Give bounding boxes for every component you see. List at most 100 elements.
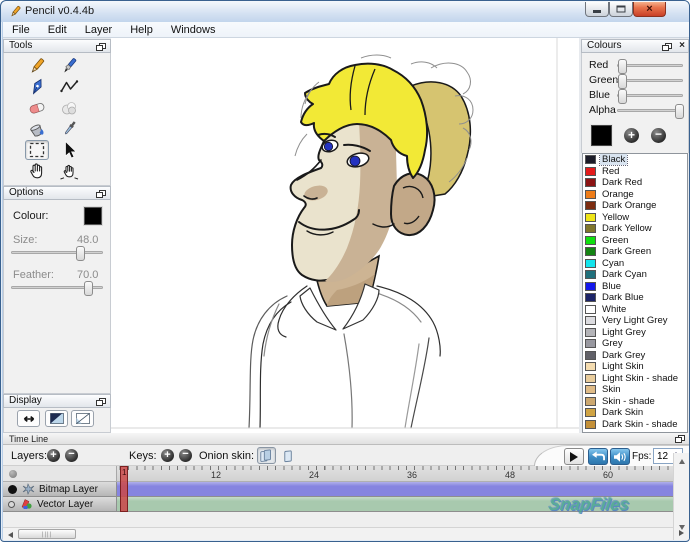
swatch-name: Red [602, 165, 620, 177]
vector-layer-header[interactable]: Vector Layer [3, 497, 117, 512]
feather-slider[interactable] [11, 281, 103, 296]
loop-button[interactable] [588, 448, 608, 465]
swatch-row[interactable]: Blue [583, 281, 687, 293]
swatch-row[interactable]: Orange [583, 189, 687, 201]
swatch-row[interactable]: Cyan [583, 258, 687, 270]
swatch-row[interactable]: Dark Green [583, 246, 687, 258]
maximize-button[interactable] [609, 2, 633, 17]
polyline-tool-button[interactable] [57, 77, 81, 97]
feather-slider-handle[interactable] [84, 281, 93, 296]
swatch-row[interactable]: Grey [583, 338, 687, 350]
minimize-button[interactable] [585, 2, 609, 17]
hscroll-thumb[interactable]: |||| [18, 529, 76, 539]
green-slider-handle[interactable] [618, 74, 627, 89]
swatch-row[interactable]: Dark Skin [583, 407, 687, 419]
colour-swatch-list: Black Red Dark Red Orange Dark Orange Yellow D… [582, 153, 688, 433]
swatch-chip [585, 316, 596, 326]
display-scrub-button[interactable] [17, 410, 40, 427]
smudge-tool-button[interactable] [57, 98, 81, 118]
feather-label: Feather: [13, 269, 54, 281]
swatch-row[interactable]: Red [583, 166, 687, 178]
drawing-canvas[interactable] [111, 38, 579, 433]
add-key-button[interactable]: + [161, 449, 174, 462]
close-button[interactable]: × [633, 2, 666, 17]
timeline-float-icon[interactable] [675, 435, 685, 443]
move-tool-button[interactable] [57, 140, 81, 160]
selected-colour-preview[interactable] [591, 125, 612, 146]
swatch-row[interactable]: Dark Cyan [583, 269, 687, 281]
swatch-row[interactable]: Black [583, 154, 687, 167]
add-layer-button[interactable]: + [47, 449, 60, 462]
green-slider[interactable] [617, 74, 683, 89]
swatch-row[interactable]: Yellow [583, 212, 687, 224]
alpha-slider[interactable] [617, 104, 684, 119]
size-slider[interactable] [11, 246, 103, 261]
swatch-row[interactable]: Skin - shade [583, 396, 687, 408]
select-tool-button[interactable] [25, 140, 49, 160]
add-colour-button[interactable]: + [624, 128, 639, 143]
display-float-icon[interactable] [96, 398, 106, 406]
smudge-icon [62, 102, 76, 115]
menu-file[interactable]: File [3, 22, 39, 38]
hscroll-left-icon[interactable] [8, 532, 13, 538]
timeline-ruler[interactable]: 12 24 36 48 60 [117, 466, 673, 482]
swatch-row[interactable]: Dark Grey [583, 350, 687, 362]
bitmap-layer-visibility-dot[interactable] [8, 484, 17, 494]
pen-tool-button[interactable] [25, 77, 49, 97]
current-colour-swatch[interactable] [84, 207, 102, 225]
mirror-vertical-icon [75, 413, 90, 424]
bitmap-layer-header[interactable]: Bitmap Layer [3, 482, 117, 497]
blue-slider-handle[interactable] [618, 89, 627, 104]
eyedropper-tool-button[interactable] [57, 119, 81, 139]
swatch-row[interactable]: Light Skin - shade [583, 373, 687, 385]
hand-tool-button[interactable] [25, 161, 49, 181]
options-float-icon[interactable] [96, 190, 106, 198]
swatch-row[interactable]: Very Light Grey [583, 315, 687, 327]
swatch-row[interactable]: Green [583, 235, 687, 247]
pencil-tool-button[interactable] [25, 56, 49, 76]
swatch-row[interactable]: Dark Blue [583, 292, 687, 304]
swatch-row[interactable]: Dark Red [583, 177, 687, 189]
timeline-hscrollbar[interactable]: |||| [3, 527, 673, 540]
colours-float-icon[interactable] [662, 43, 672, 51]
swatch-row[interactable]: Skin [583, 384, 687, 396]
menu-help[interactable]: Help [121, 22, 162, 38]
swatch-row[interactable]: White [583, 304, 687, 316]
remove-key-button[interactable]: − [179, 449, 192, 462]
colours-close-icon[interactable]: × [679, 40, 685, 52]
swatch-row[interactable]: Light Grey [583, 327, 687, 339]
vscroll-up-icon[interactable] [679, 459, 685, 464]
menu-windows[interactable]: Windows [162, 22, 225, 38]
layers-label: Layers: [11, 450, 48, 462]
swatch-row[interactable]: Dark Yellow [583, 223, 687, 235]
onion-skin-prev-button[interactable] [257, 447, 276, 464]
remove-layer-button[interactable]: − [65, 449, 78, 462]
onion-skin-next-button[interactable] [279, 447, 298, 464]
swatch-row[interactable]: Light Skin [583, 361, 687, 373]
menu-layer[interactable]: Layer [76, 22, 122, 38]
hscroll-right-icon[interactable] [679, 530, 684, 536]
pan-tool-button[interactable] [57, 161, 81, 181]
playhead[interactable]: 1 [120, 466, 128, 512]
swatch-row[interactable]: Dark Orange [583, 200, 687, 212]
remove-colour-button[interactable]: − [651, 128, 666, 143]
display-mirror-vertical-button[interactable] [71, 410, 94, 427]
play-button[interactable] [564, 448, 584, 465]
tools-float-icon[interactable] [96, 43, 106, 51]
bucket-tool-button[interactable] [25, 119, 49, 139]
eraser-tool-button[interactable] [25, 98, 49, 118]
all-layers-visibility-dot[interactable] [9, 470, 17, 478]
blue-slider[interactable] [617, 89, 683, 104]
red-slider-handle[interactable] [618, 59, 627, 74]
alpha-slider-handle[interactable] [675, 104, 684, 119]
ruler-frame-label: 48 [505, 470, 516, 480]
swatch-row[interactable]: Dark Skin - shade [583, 419, 687, 431]
size-slider-handle[interactable] [76, 246, 85, 261]
red-slider[interactable] [617, 59, 683, 74]
menu-edit[interactable]: Edit [39, 22, 76, 38]
sound-button[interactable] [610, 448, 630, 465]
display-mirror-horizontal-button[interactable] [45, 410, 68, 427]
timeline-vscrollbar[interactable] [673, 453, 689, 540]
vector-layer-visibility-dot[interactable] [8, 500, 15, 508]
brush-tool-button[interactable] [57, 56, 81, 76]
